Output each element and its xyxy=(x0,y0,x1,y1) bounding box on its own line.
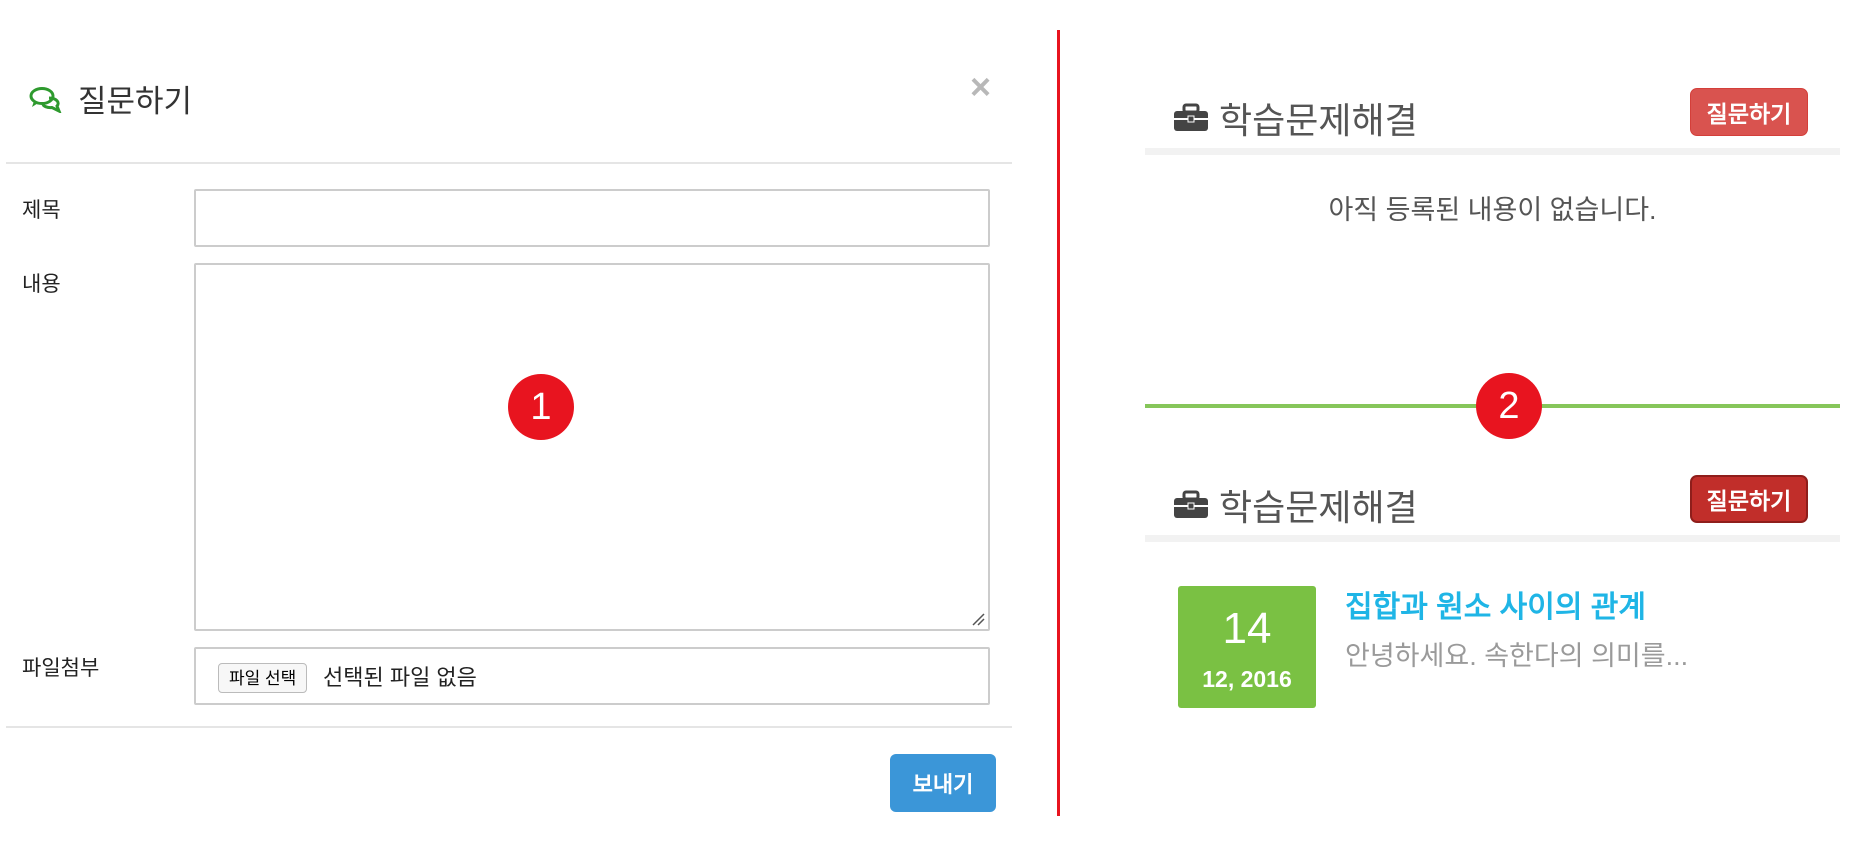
panel-title-text: 학습문제해결 xyxy=(1219,487,1418,528)
post-date-box: 14 12, 2016 xyxy=(1178,586,1316,708)
callout-badge-2: 2 xyxy=(1476,373,1542,439)
close-button[interactable]: × xyxy=(970,66,991,108)
question-modal: 질문하기 × 제목 내용 파일첨부 파일 선택 선택된 파일 없음 보내기 xyxy=(0,0,1012,842)
briefcase-icon xyxy=(1174,490,1208,518)
post-title-link[interactable]: 집합과 원소 사이의 관계 xyxy=(1345,582,1646,626)
content-label: 내용 xyxy=(22,273,61,296)
ask-question-button-active[interactable]: 질문하기 xyxy=(1690,475,1808,523)
file-status-text: 선택된 파일 없음 xyxy=(323,665,477,690)
panel-title-text: 학습문제해결 xyxy=(1219,100,1418,141)
attachment-label: 파일첨부 xyxy=(22,657,100,680)
callout-badge-1: 1 xyxy=(508,374,574,440)
modal-footer-divider xyxy=(6,726,1012,728)
send-button[interactable]: 보내기 xyxy=(890,754,996,812)
file-input: 파일 선택 선택된 파일 없음 xyxy=(194,647,990,705)
chat-bubbles-icon xyxy=(29,86,62,113)
modal-title: 질문하기 xyxy=(28,76,192,121)
post-date-day: 14 xyxy=(1222,604,1272,653)
choose-file-button[interactable]: 파일 선택 xyxy=(218,663,308,693)
subject-label: 제목 xyxy=(22,199,61,222)
empty-message: 아직 등록된 내용이 없습니다. xyxy=(1328,195,1657,225)
briefcase-icon xyxy=(1174,103,1208,131)
panel-title: 학습문제해결 xyxy=(1173,479,1418,531)
post-excerpt: 안녕하세요. 속한다의 의미를... xyxy=(1345,641,1689,671)
modal-header: 질문하기 xyxy=(6,62,1012,164)
panel-header-empty: 학습문제해결 질문하기 xyxy=(1145,78,1840,155)
panel-title: 학습문제해결 xyxy=(1173,92,1418,144)
vertical-separator xyxy=(1057,30,1060,816)
post-date-month-year: 12, 2016 xyxy=(1202,666,1292,692)
resize-handle-icon[interactable] xyxy=(971,612,985,626)
content-textarea[interactable] xyxy=(194,263,990,631)
subject-input[interactable] xyxy=(194,189,990,247)
panel-header-filled: 학습문제해결 질문하기 xyxy=(1145,465,1840,542)
ask-question-button[interactable]: 질문하기 xyxy=(1690,88,1808,136)
modal-title-text: 질문하기 xyxy=(78,84,193,119)
